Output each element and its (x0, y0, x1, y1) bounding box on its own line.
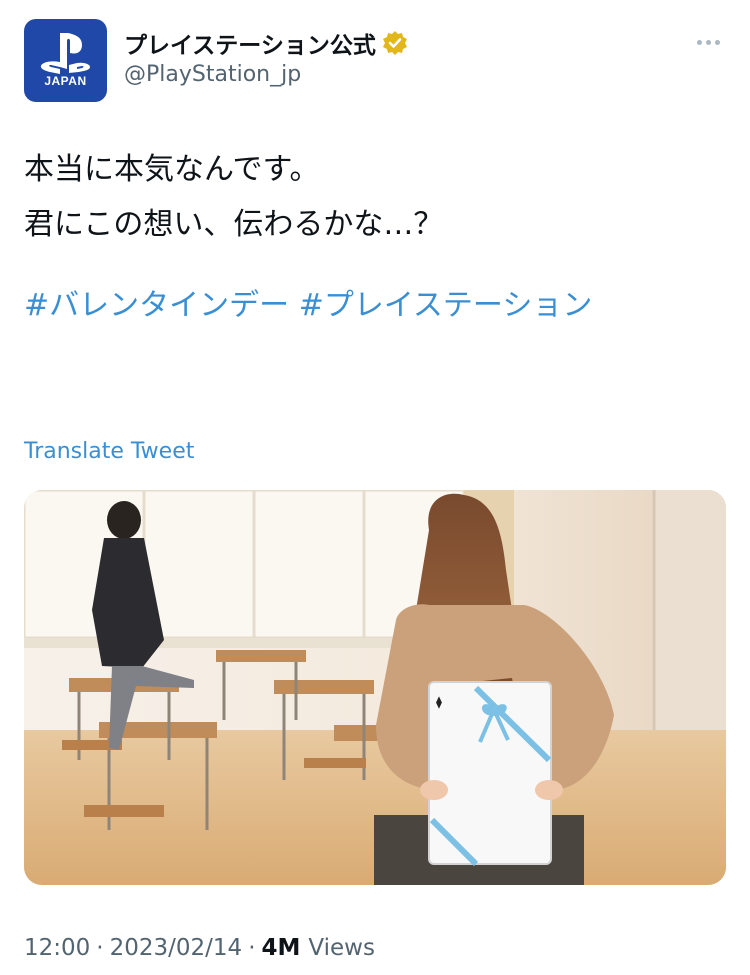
more-options-button[interactable] (690, 30, 726, 54)
views-label: Views (308, 935, 375, 961)
hashtag-link[interactable]: #プレイステーション (299, 288, 593, 323)
meta-separator: · (248, 935, 256, 961)
account-avatar[interactable]: JAPAN (24, 19, 107, 102)
display-name[interactable]: プレイステーション公式 (124, 26, 376, 60)
playstation-logo-icon: ⧫ (436, 695, 442, 709)
tweet-time[interactable]: 12:00 (24, 935, 90, 961)
more-options-icon-dot (705, 39, 711, 45)
hashtag-link[interactable]: #バレンタインデー (24, 288, 289, 323)
tweet-photo[interactable]: ⧫ (24, 490, 726, 885)
more-options-icon (696, 39, 702, 45)
avatar-caption: JAPAN (44, 74, 87, 88)
verified-badge-icon (382, 31, 407, 55)
account-name-row[interactable]: プレイステーション公式 (124, 26, 408, 60)
translate-tweet-link[interactable]: Translate Tweet (24, 439, 194, 464)
hashtag-list: #バレンタインデー #プレイステーション (24, 278, 724, 334)
playstation-logo-icon (40, 33, 90, 74)
account-handle[interactable]: @PlayStation_jp (124, 62, 301, 87)
tweet-text: 本当に本気なんです。 君にこの想い、伝わるかな…？ (24, 142, 724, 252)
views-count[interactable]: 4M (262, 935, 301, 961)
tweet-date[interactable]: 2023/02/14 (110, 935, 243, 961)
tweet-meta: 12:00 · 2023/02/14 · 4M Views (24, 929, 375, 967)
classroom-photo: ⧫ (24, 490, 726, 885)
meta-separator: · (96, 935, 104, 961)
more-options-icon-dot (714, 39, 720, 45)
tweet-text-line: 君にこの想い、伝わるかな…？ (24, 207, 444, 242)
tweet-text-line: 本当に本気なんです。 (24, 152, 320, 187)
